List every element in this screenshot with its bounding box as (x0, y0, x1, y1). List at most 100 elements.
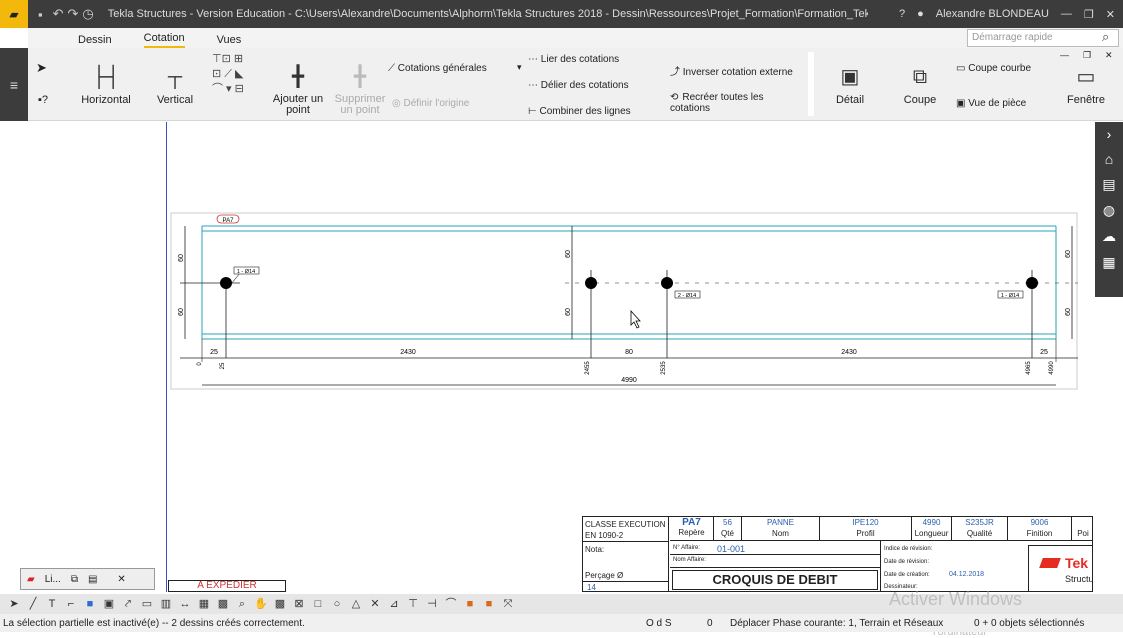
side-panel-bar: › ⌂ ▤ ◍ ☁ ▦ (1095, 122, 1123, 297)
align2-icon[interactable]: ⊣ (424, 596, 440, 612)
circle-icon[interactable]: ○ (329, 596, 345, 612)
hole-1-label: 1 - Ø14 (237, 269, 255, 275)
triangle-icon[interactable]: △ (348, 596, 364, 612)
cross-icon[interactable]: ✕ (367, 596, 383, 612)
repere-header: Repère (678, 528, 705, 537)
n-affaire-value: 01-001 (717, 544, 746, 554)
catalog-icon[interactable]: ⌂ (1105, 151, 1113, 167)
indice-label: Indice de révision: (884, 546, 933, 552)
date-rev-label: Date de révision: (884, 559, 930, 565)
frame-icon[interactable]: ▣ (101, 596, 117, 612)
fill-rect-icon[interactable]: ■ (82, 596, 98, 612)
mid-dim-bottom: 60 (565, 308, 572, 316)
nom-value: PANNE (767, 518, 794, 527)
n-affaire-label: N° Affaire: (673, 545, 700, 551)
properties-icon[interactable]: ▤ (1102, 176, 1115, 193)
logo-text: Tek (1065, 555, 1089, 571)
grid2-icon[interactable]: ▩ (215, 596, 231, 612)
polyline-icon[interactable]: ⌐ (63, 596, 79, 612)
longueur-header: Longueur (914, 529, 949, 538)
drawing-view[interactable]: PA7 60 60 60 60 60 60 1 - Ø14 2 - Ø14 1 … (0, 0, 1093, 592)
cloud-icon[interactable]: ☁ (1102, 228, 1116, 245)
panel-tab-label[interactable]: Li... (45, 574, 61, 585)
text-icon[interactable]: T (44, 596, 60, 612)
view-frame (170, 212, 1078, 390)
panel-close-icon[interactable]: ✕ (117, 574, 125, 585)
finition-value: 9006 (1030, 518, 1049, 527)
finition-header: Finition (1026, 529, 1053, 538)
angle-icon[interactable]: ⊿ (386, 596, 402, 612)
dim-icon[interactable]: ↔ (177, 596, 193, 612)
longueur-value: 4990 (922, 518, 941, 527)
ordinate-4: 4965 (1026, 361, 1032, 375)
square-icon[interactable]: □ (310, 596, 326, 612)
panel-icon-1[interactable]: ⧉ (71, 574, 78, 585)
classe-label: CLASSE EXECUTION (585, 520, 666, 529)
qualite-value: S235JR (965, 518, 994, 527)
grid-icon[interactable]: ▦ (196, 596, 212, 612)
profil-header: Profil (856, 529, 875, 538)
expand-panel-icon[interactable]: › (1107, 126, 1112, 142)
qte-value: 56 (723, 518, 732, 527)
pan-icon[interactable]: ✋ (253, 596, 269, 612)
pattern-icon[interactable]: ▩ (272, 596, 288, 612)
status-ods: O d S (646, 617, 672, 629)
date-creation-label: Date de création: (884, 572, 930, 578)
chain-dim-4: 2430 (841, 349, 857, 356)
title-block[interactable]: CLASSE EXECUTION EN 1090-2 Nota: Perçage… (582, 516, 1093, 592)
layers-icon[interactable]: ▰ (27, 574, 35, 585)
close-button[interactable]: ✕ (1106, 8, 1115, 21)
qualite-header: Qualité (966, 529, 993, 538)
floating-panel[interactable]: ▰ Li... ⧉ ▤ ✕ (20, 568, 155, 590)
hatch-icon[interactable]: ▥ (158, 596, 174, 612)
search-icon[interactable]: ⌕ (1102, 29, 1109, 45)
percage-label: Perçage Ø (585, 571, 624, 580)
line-icon[interactable]: ╱ (25, 596, 41, 612)
align-icon[interactable]: ⊤ (405, 596, 421, 612)
logo-subtext: Structu (1065, 574, 1093, 584)
right-dim-top: 60 (1065, 250, 1072, 258)
close-x-icon[interactable]: ⊠ (291, 596, 307, 612)
chain-dim-1: 25 (210, 349, 218, 356)
status-zero: 0 (707, 617, 713, 629)
ordinate-1: 25 (220, 362, 226, 369)
status-phase[interactable]: Déplacer Phase courante: 1, Terrain et R… (730, 618, 943, 629)
right-dim-bottom: 60 (1065, 308, 1072, 316)
nom-affaire-label: Nom Affaire: (673, 557, 706, 563)
arc-icon[interactable]: ⌒ (443, 596, 459, 612)
repere-value: PA7 (682, 517, 701, 528)
profil-value: IPE120 (852, 518, 879, 527)
select-icon[interactable]: ➤ (6, 596, 22, 612)
chain-dim-3: 80 (625, 349, 633, 356)
link-icon[interactable]: ⤤ (120, 596, 136, 612)
norme-label: EN 1090-2 (585, 531, 624, 540)
zoom-icon[interactable]: ⌕ (234, 596, 250, 612)
nota-label: Nota: (585, 545, 605, 554)
tekla-logo-mark-icon (1039, 558, 1061, 568)
part-label[interactable]: PA7 (223, 218, 235, 224)
snap-icon[interactable]: ⤧ (500, 596, 516, 612)
panel-icon-2[interactable]: ▤ (88, 574, 97, 585)
orange-icon-2[interactable]: ■ (481, 596, 497, 612)
hole-4-label: 1 - Ø14 (1001, 293, 1019, 299)
poids-header: Poi (1077, 529, 1089, 538)
apps-icon[interactable]: ▦ (1102, 254, 1115, 271)
percage-value: 14 (587, 583, 596, 592)
status-message: La sélection partielle est inactivé(e) -… (3, 617, 305, 629)
rect-icon[interactable]: ▭ (139, 596, 155, 612)
croquis-title: CROQUIS DE DEBIT (672, 570, 878, 590)
sheet-vertical-text (161, 548, 167, 592)
panel-close-icon[interactable]: ✕ (1105, 50, 1113, 61)
hole-3-label: 2 - Ø14 (678, 293, 696, 299)
chain-dim-5: 25 (1040, 349, 1048, 356)
date-creation-value: 04.12.2018 (949, 571, 985, 578)
globe-icon[interactable]: ◍ (1103, 202, 1115, 219)
left-dim-top: 60 (178, 254, 185, 262)
ordinate-3: 2535 (661, 361, 667, 375)
status-bar: La sélection partielle est inactivé(e) -… (0, 614, 1123, 632)
qte-header: Qté (721, 529, 734, 538)
ordinate-5: 4990 (1049, 361, 1055, 375)
mid-dim-top: 60 (565, 250, 572, 258)
nom-header: Nom (772, 529, 789, 538)
orange-icon-1[interactable]: ■ (462, 596, 478, 612)
